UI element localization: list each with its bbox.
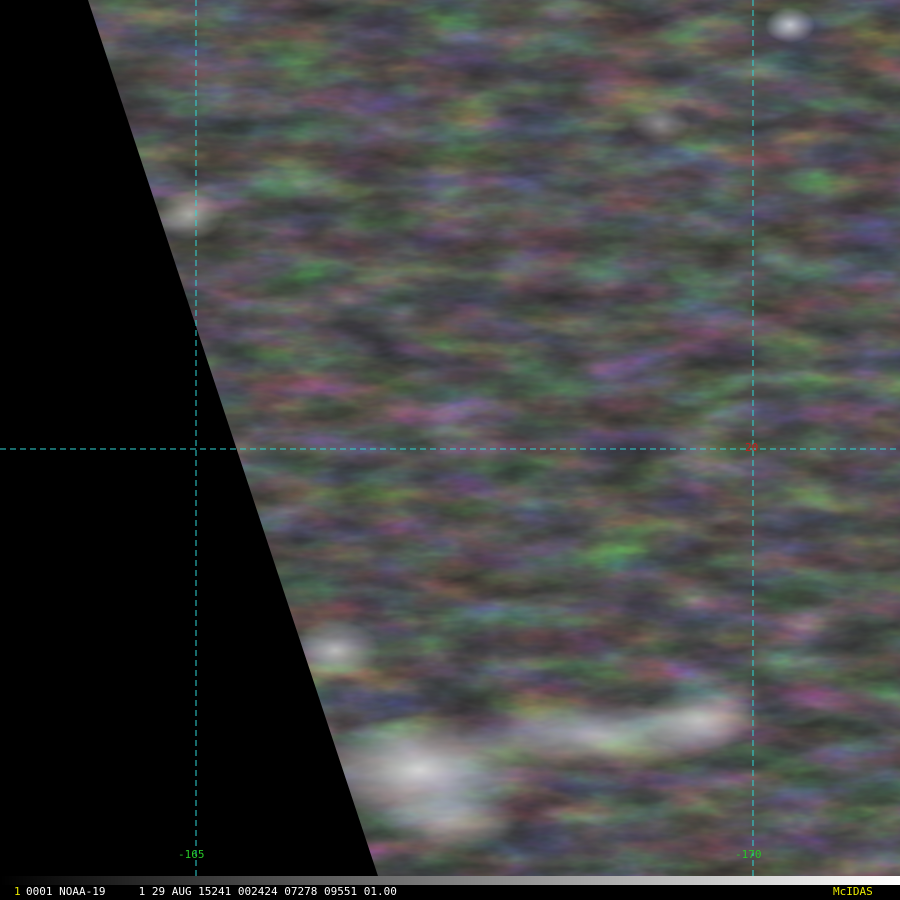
longitude-label-170: -170 <box>735 848 762 861</box>
grayscale-ramp <box>0 876 900 885</box>
longitude-label-165: -165 <box>178 848 205 861</box>
mcidas-brand: McIDAS <box>833 885 873 898</box>
status-text: 0001 NOAA-19 1 29 AUG 15241 002424 07278… <box>26 885 397 898</box>
latitude-label-20: 20 <box>745 441 759 454</box>
satellite-image <box>0 0 900 900</box>
frame-number: 1 <box>14 885 21 898</box>
